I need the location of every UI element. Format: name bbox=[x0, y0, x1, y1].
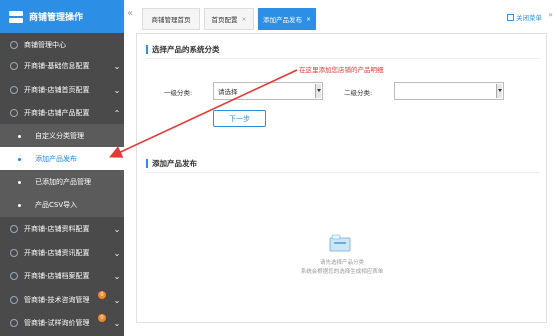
divider bbox=[146, 172, 540, 173]
scroll-tabs-right-icon[interactable]: » bbox=[548, 10, 553, 19]
sidebar-item-label: 开商铺-店铺资讯配置 bbox=[24, 249, 90, 257]
sidebar-header[interactable]: 商铺管理操作 bbox=[0, 0, 124, 33]
circle-icon bbox=[10, 249, 18, 257]
sidebar-subitem-add-product[interactable]: 添加产品发布 bbox=[0, 147, 124, 171]
sidebar-item-label: 已添加的产品管理 bbox=[35, 178, 91, 186]
tab-add-product[interactable]: 添加产品发布 × bbox=[258, 8, 316, 30]
dot-icon bbox=[18, 134, 21, 138]
close-icon[interactable]: × bbox=[241, 16, 246, 23]
next-step-button[interactable]: 下一步 bbox=[213, 110, 266, 127]
dot-icon bbox=[18, 157, 21, 161]
sidebar-item-tech-consult[interactable]: 管商铺-技术咨询管理 0 ⌄ bbox=[0, 288, 124, 312]
circle-icon bbox=[10, 62, 18, 70]
tab-label: 首页配置 bbox=[211, 16, 238, 24]
section-title-add-product: 添加产品发布 bbox=[146, 158, 197, 169]
chevron-down-icon: ⌄ bbox=[113, 248, 121, 258]
chevron-down-icon: ⌄ bbox=[113, 295, 121, 305]
dot-icon bbox=[18, 203, 21, 207]
sidebar-item-label: 添加产品发布 bbox=[35, 155, 77, 163]
chevron-down-icon: ⌄ bbox=[113, 224, 121, 234]
sidebar-item-label: 管商铺-技术咨询管理 bbox=[24, 296, 90, 304]
sidebar-item-store-news[interactable]: 开商铺-店铺资讯配置 ⌄ bbox=[0, 241, 124, 265]
sidebar-item-label: 管商铺-试样询价管理 bbox=[24, 319, 90, 327]
circle-icon bbox=[10, 272, 18, 280]
sidebar-item-label: 产品CSV导入 bbox=[35, 201, 78, 209]
layers-icon bbox=[9, 10, 23, 23]
chevron-down-icon: ⌄ bbox=[113, 271, 121, 281]
section-title-text: 选择产品的系统分类 bbox=[152, 45, 220, 54]
level1-select-value: 请选择 bbox=[218, 88, 238, 96]
chevron-down-icon: ⌄ bbox=[113, 318, 121, 328]
collapse-sidebar-icon[interactable]: « bbox=[127, 8, 133, 19]
empty-folder-icon bbox=[329, 234, 351, 252]
level2-select[interactable] bbox=[394, 82, 504, 100]
circle-icon bbox=[10, 41, 18, 49]
tab-label: 添加产品发布 bbox=[262, 16, 302, 24]
sidebar-subitem-product-manage[interactable]: 已添加的产品管理 bbox=[0, 170, 124, 194]
chevron-down-icon: ⌄ bbox=[113, 85, 121, 95]
sidebar-item-label: 开商铺-店铺首页配置 bbox=[24, 86, 90, 94]
dropdown-arrow-icon bbox=[315, 84, 321, 98]
sidebar-item-label: 商铺管理中心 bbox=[24, 41, 66, 49]
close-menu-label: 关闭菜单 bbox=[516, 14, 542, 22]
section-title-category: 选择产品的系统分类 bbox=[146, 44, 220, 55]
sidebar-item-sample-inquiry[interactable]: 管商铺-试样询价管理 0 ⌄ bbox=[0, 311, 124, 335]
sidebar-item-label: 自定义分类管理 bbox=[35, 132, 84, 140]
tab-store-home[interactable]: 商铺管理首页 bbox=[142, 8, 200, 30]
main-panel: 选择产品的系统分类 一级分类: 请选择 二级分类: 下一步 在这里添加您店铺的产… bbox=[136, 33, 547, 323]
empty-hint-line2: 系统会根据您的选择生成相应表单 bbox=[300, 269, 384, 275]
count-badge: 0 bbox=[98, 291, 106, 299]
sidebar-item-store-archive[interactable]: 开商铺-店铺档案配置 ⌄ bbox=[0, 264, 124, 288]
sidebar-item-home-config[interactable]: 开商铺-店铺首页配置 ⌄ bbox=[0, 78, 124, 102]
tab-bar: 商铺管理首页 首页配置 × 添加产品发布 × bbox=[136, 5, 556, 33]
exit-icon bbox=[507, 13, 514, 21]
annotation-text: 在这里添加您店铺的产品明细 bbox=[299, 66, 384, 74]
level1-label: 一级分类: bbox=[164, 89, 193, 97]
circle-icon bbox=[10, 296, 18, 304]
circle-icon bbox=[10, 319, 18, 327]
sidebar-title: 商铺管理操作 bbox=[29, 13, 84, 23]
level2-label: 二级分类: bbox=[344, 89, 373, 97]
tab-home-config[interactable]: 首页配置 × bbox=[204, 8, 254, 30]
circle-icon bbox=[10, 109, 18, 117]
level1-select[interactable]: 请选择 bbox=[213, 82, 323, 100]
sidebar-subitem-custom-category[interactable]: 自定义分类管理 bbox=[0, 124, 124, 148]
close-menu-button[interactable]: 关闭菜单 bbox=[507, 12, 542, 22]
sidebar-item-store-data[interactable]: 开商铺-店铺资料配置 ⌄ bbox=[0, 217, 124, 241]
chevron-down-icon: ⌄ bbox=[113, 61, 121, 71]
accent-bar bbox=[146, 45, 148, 54]
close-icon[interactable]: × bbox=[306, 16, 311, 23]
sidebar-item-label: 开商铺-基础信息配置 bbox=[24, 62, 90, 70]
sidebar-subitem-csv-import[interactable]: 产品CSV导入 bbox=[0, 193, 124, 217]
empty-hint-line1: 请先选择产品分类 bbox=[319, 260, 364, 266]
sidebar-item-label: 开商铺-店铺资料配置 bbox=[24, 225, 90, 233]
section-title-text: 添加产品发布 bbox=[152, 159, 197, 168]
count-badge: 0 bbox=[98, 314, 106, 322]
accent-bar bbox=[146, 159, 148, 168]
sidebar-item-label: 开商铺-店铺档案配置 bbox=[24, 272, 90, 280]
circle-icon bbox=[10, 225, 18, 233]
tab-label: 商铺管理首页 bbox=[151, 16, 191, 24]
chevron-up-icon: ⌃ bbox=[113, 108, 121, 118]
sidebar-item-basic-info[interactable]: 开商铺-基础信息配置 ⌄ bbox=[0, 54, 124, 78]
dot-icon bbox=[18, 180, 21, 184]
sidebar-item-label: 开商铺-店铺产品配置 bbox=[24, 109, 90, 117]
sidebar: 商铺管理操作 商铺管理中心 开商铺-基础信息配置 ⌄ 开商铺-店铺首页配置 ⌄ … bbox=[0, 0, 124, 336]
circle-icon bbox=[10, 86, 18, 94]
divider bbox=[146, 58, 540, 59]
sidebar-item-product-config[interactable]: 开商铺-店铺产品配置 ⌃ bbox=[0, 101, 124, 125]
dropdown-arrow-icon bbox=[496, 84, 502, 98]
